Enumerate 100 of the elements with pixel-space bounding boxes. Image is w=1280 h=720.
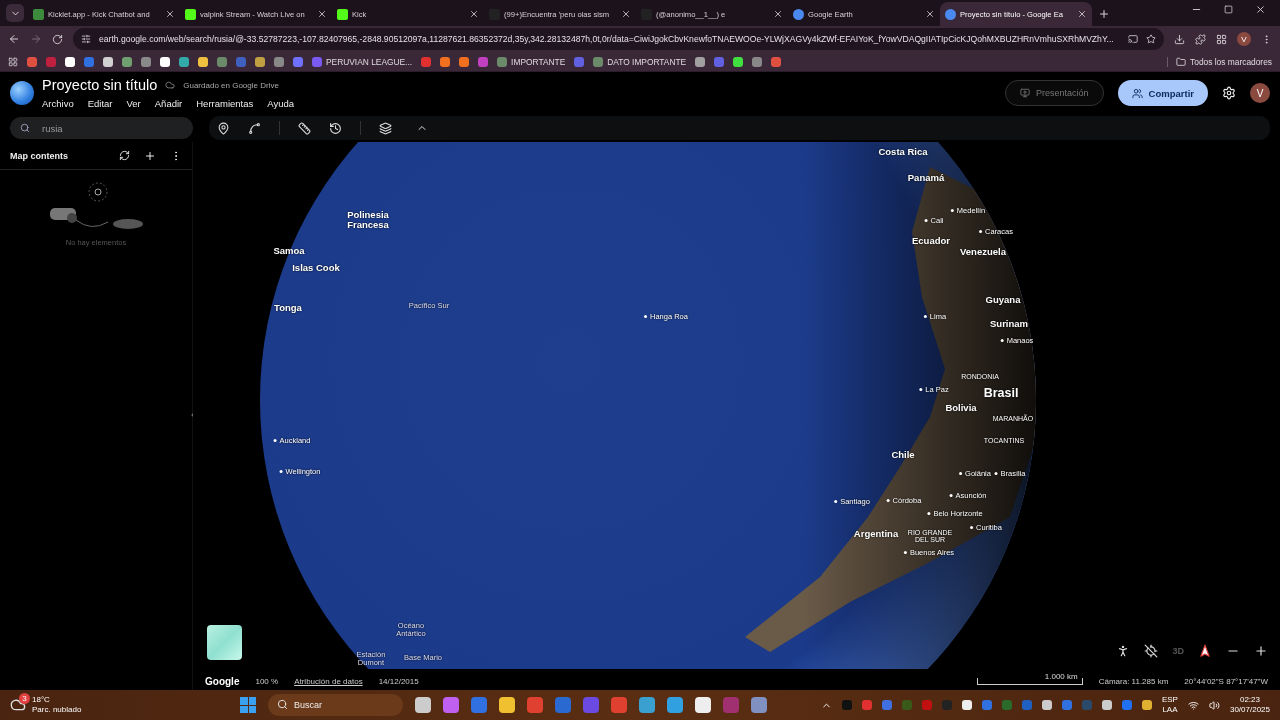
temperature: 18°C	[32, 695, 51, 705]
tray-icon[interactable]	[961, 700, 972, 710]
close-icon[interactable]	[165, 9, 175, 19]
taskbar-app-icon[interactable]	[415, 697, 431, 713]
map-style-thumbnail[interactable]	[207, 625, 242, 660]
camera-altitude: Cámara: 11.285 km	[1098, 676, 1169, 686]
close-icon[interactable]	[621, 9, 631, 19]
city-dot-icon	[644, 315, 647, 319]
search-field[interactable]: Buscar	[268, 694, 403, 716]
zoom-level: 100 %	[255, 676, 279, 686]
zoom-in-icon[interactable]	[1254, 644, 1268, 658]
attribution-link[interactable]: Atribución de datos	[294, 676, 363, 686]
new-tab-icon[interactable]	[1098, 8, 1110, 20]
location-off-icon[interactable]	[1144, 644, 1159, 658]
restore-icon[interactable]	[1224, 4, 1233, 15]
bookmark-icon[interactable]	[160, 56, 170, 67]
menu-item[interactable]: Ayuda	[267, 98, 295, 109]
menu-item[interactable]: Añadir	[154, 98, 183, 109]
taskbar-app-icon[interactable]	[639, 697, 655, 713]
volume-icon[interactable]	[1208, 699, 1220, 711]
city-dot-icon	[1000, 339, 1004, 343]
place-label: Guyana	[985, 295, 1021, 305]
bookmark-icon[interactable]	[103, 56, 113, 67]
bookmark[interactable]: PERUVIAN LEAGUE...	[312, 56, 413, 67]
search-icon	[20, 123, 30, 133]
city-dot-icon	[924, 219, 928, 223]
tray-icon[interactable]	[1101, 700, 1112, 710]
layers-icon[interactable]	[379, 121, 392, 135]
clock[interactable]: 02:23 30/07/2025	[1229, 695, 1270, 715]
menu-item[interactable]: Archivo	[42, 98, 74, 109]
city-dot-icon	[923, 315, 927, 319]
city-dot-icon	[919, 388, 923, 392]
taskbar-app-icon[interactable]	[751, 697, 767, 713]
bookmark[interactable]: DATO IMPORTANTE	[593, 56, 687, 67]
back-icon[interactable]	[8, 33, 20, 45]
menu-item[interactable]: Ver	[126, 98, 141, 109]
place-label: Polinesia Francesa	[346, 210, 390, 230]
star-icon[interactable]	[1146, 34, 1156, 44]
start-icon[interactable]	[240, 697, 256, 713]
bookmark-icon[interactable]	[198, 56, 208, 67]
profile-avatar[interactable]: V	[1237, 32, 1251, 46]
tray-icon[interactable]	[1141, 700, 1152, 710]
city-dot-icon	[959, 472, 963, 476]
taskbar-app-icon[interactable]	[499, 697, 515, 713]
add-icon[interactable]	[144, 149, 156, 162]
media-icon[interactable]	[1216, 33, 1227, 45]
close-icon[interactable]	[925, 9, 935, 19]
close-icon[interactable]	[773, 9, 783, 19]
favicon-icon	[337, 8, 348, 20]
city-dot-icon	[903, 551, 907, 555]
place-label: Surinam	[990, 319, 1028, 329]
all-bookmarks[interactable]: Todos los marcadores	[1167, 56, 1272, 67]
place-label: Chile	[891, 450, 915, 460]
language-indicator[interactable]: ESP LAA	[1161, 695, 1178, 715]
site-settings-icon[interactable]	[81, 34, 91, 44]
network-icon[interactable]	[1187, 699, 1199, 711]
close-icon[interactable]	[469, 9, 479, 19]
bookmark-icon	[497, 56, 508, 67]
settings-icon[interactable]	[1222, 86, 1236, 100]
address-bar[interactable]: earth.google.com/web/search/rusia/@-33.52787223,-107.82407965,-2848.90512097a,11287621.86352372d,35y,342.28132487h,0t,0r/data=CiwiJgokCbvKnewfoTNAEWOOe-YLWjXAGVy4kZWf-EFAIYoK_fYowVDAQgIIATIpCicKJQohMXBUZHRnVmhuSXRhMVZhY...	[73, 28, 1164, 50]
project-title[interactable]: Proyecto sin título	[42, 77, 158, 93]
share-button[interactable]: Compartir	[1117, 80, 1208, 106]
history-icon[interactable]	[329, 121, 342, 135]
taskbar-app-icon[interactable]	[695, 697, 711, 713]
refresh-icon[interactable]	[119, 150, 130, 161]
city-dot-icon	[834, 500, 838, 504]
place-label: Tonga	[274, 303, 302, 313]
close-icon[interactable]	[1077, 9, 1087, 19]
ruler-icon[interactable]	[298, 121, 311, 135]
bookmark-icon[interactable]	[733, 56, 744, 67]
taskbar-app-icon[interactable]	[443, 697, 459, 713]
reload-icon[interactable]	[52, 33, 63, 45]
menu-item[interactable]: Herramientas	[196, 98, 254, 109]
google-logo: Google	[205, 675, 240, 687]
place-label: Venezuela	[960, 247, 1006, 257]
favicon-icon	[33, 8, 44, 20]
profile-avatar[interactable]: V	[1250, 83, 1270, 103]
tab-search-button[interactable]	[6, 4, 24, 22]
bookmark[interactable]: IMPORTANTE	[497, 56, 566, 67]
bookmark-icon[interactable]	[65, 56, 75, 67]
presentation-button[interactable]: Presentación	[1005, 80, 1104, 106]
apps-icon[interactable]	[8, 56, 18, 67]
compass-icon[interactable]	[1198, 644, 1212, 658]
menu-item[interactable]: Editar	[87, 98, 113, 109]
close-icon[interactable]	[1255, 4, 1266, 15]
imagery-date: 14/12/2015	[378, 676, 419, 686]
tray-icon[interactable]	[1041, 700, 1052, 710]
taskbar-app-icon[interactable]	[667, 697, 683, 713]
city-dot-icon	[279, 470, 283, 474]
close-icon[interactable]	[317, 9, 327, 19]
city-dot-icon	[886, 499, 890, 503]
pin-icon[interactable]	[217, 121, 230, 135]
place-label: Costa Rica	[878, 147, 928, 157]
cloud-icon	[165, 80, 176, 90]
place-label: Bolivia	[945, 403, 977, 413]
city-dot-icon	[994, 472, 998, 476]
extensions-icon[interactable]	[1195, 33, 1206, 45]
path-icon[interactable]	[248, 121, 261, 135]
search-field[interactable]: rusia	[10, 117, 193, 139]
bookmark-icon[interactable]	[255, 56, 265, 67]
